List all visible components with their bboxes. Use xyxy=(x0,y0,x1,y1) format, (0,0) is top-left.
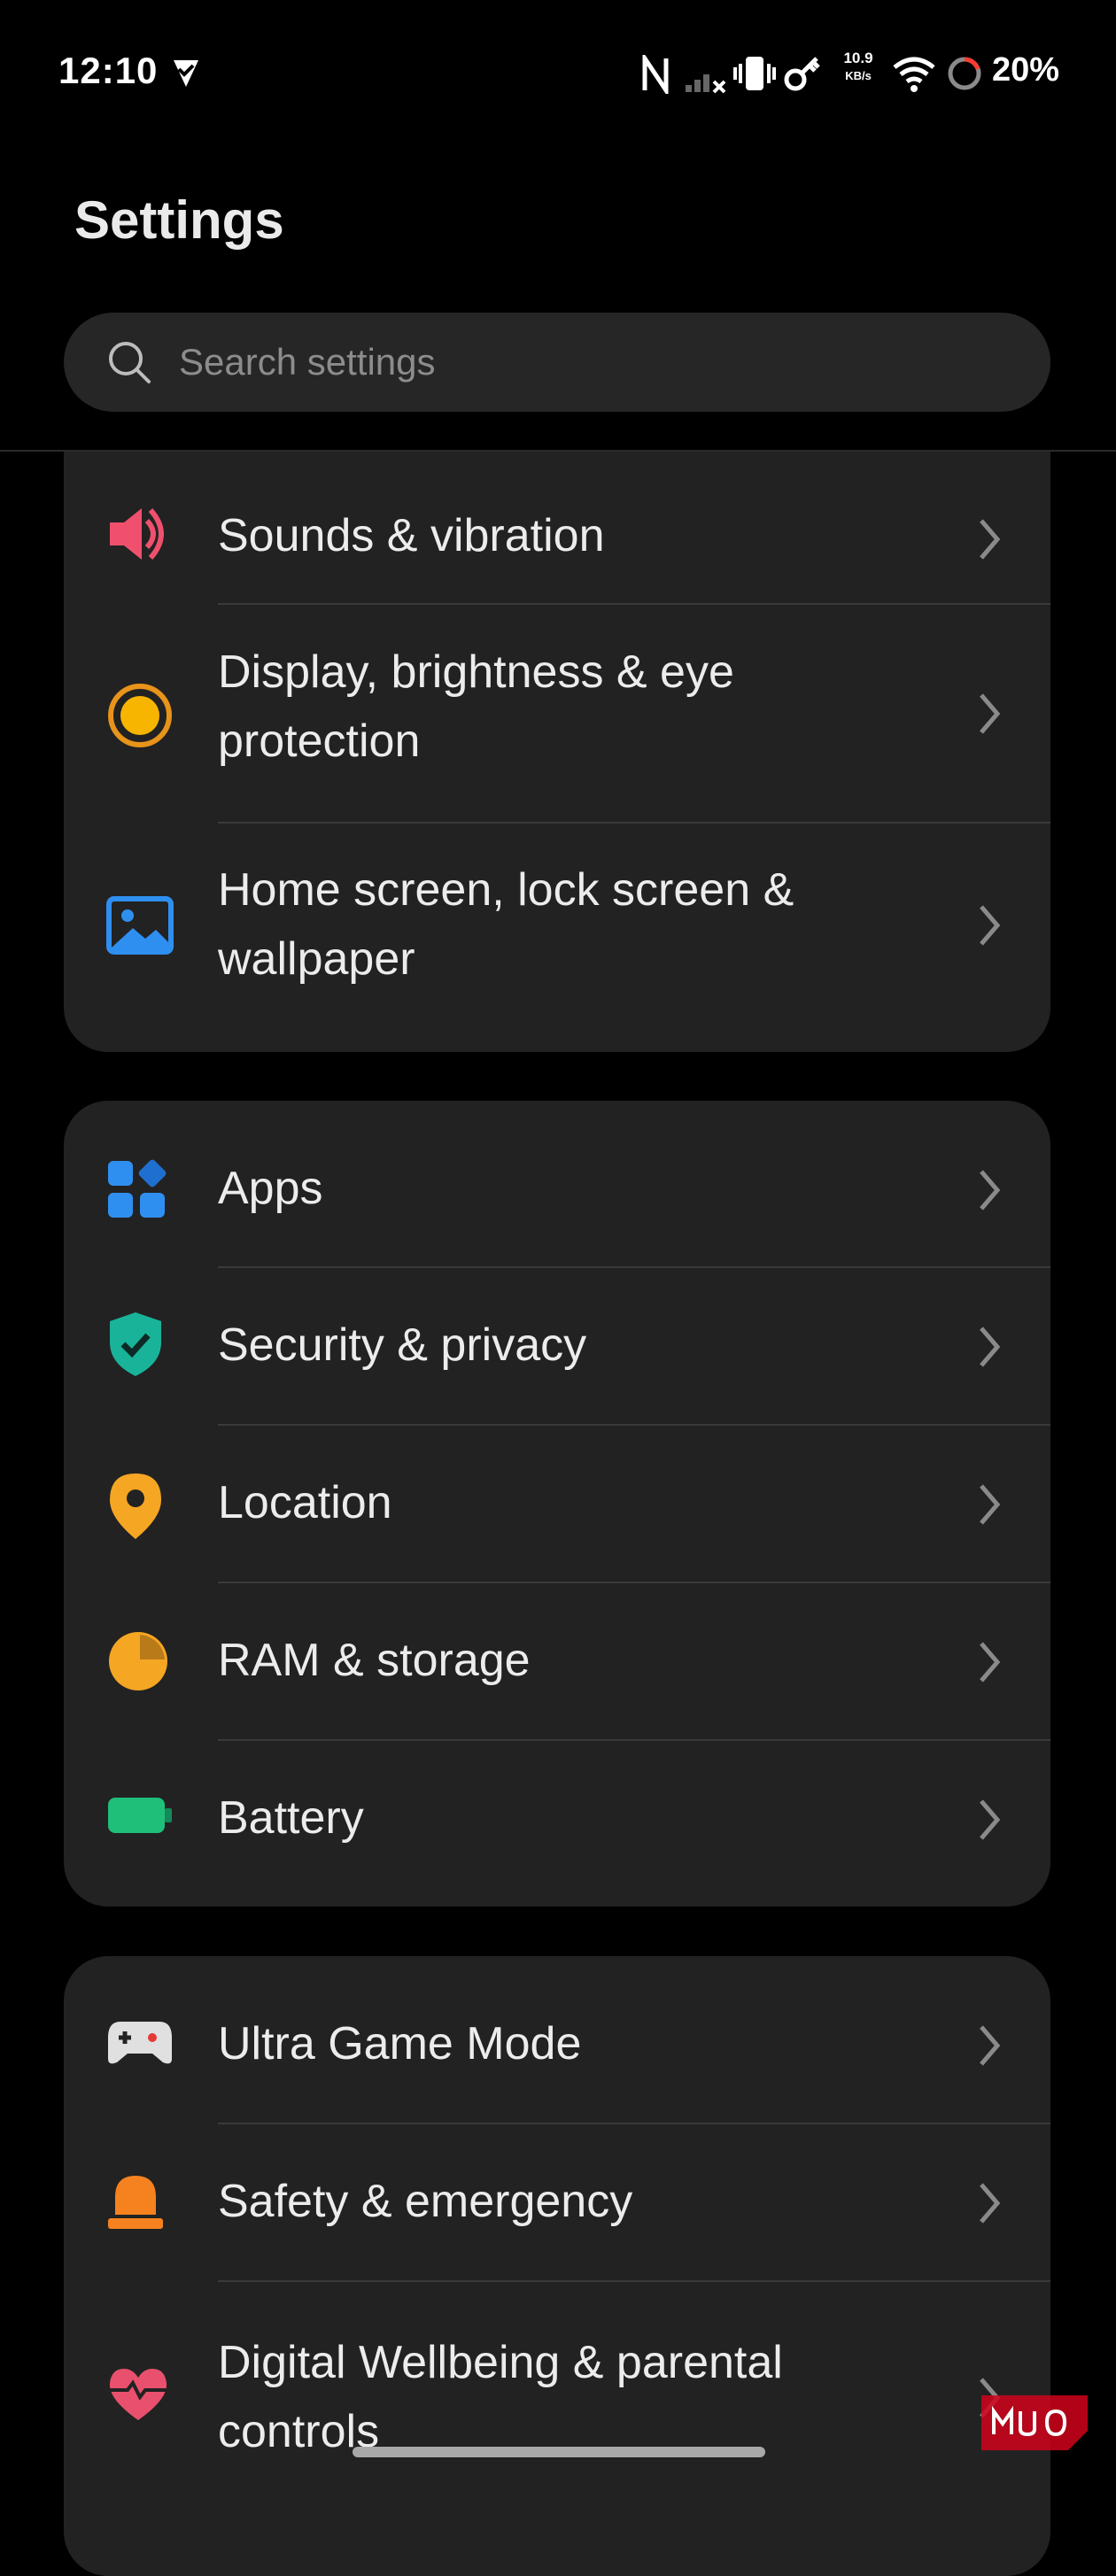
settings-item-label: Display, brightness & eye protection xyxy=(218,646,734,767)
settings-item-ram-storage[interactable]: RAM & storage xyxy=(64,1583,1050,1739)
network-speed: 10.9 KB/s xyxy=(834,50,882,85)
gamepad-icon xyxy=(108,2022,172,2064)
settings-item-label: Apps xyxy=(218,1163,323,1214)
settings-item-display[interactable]: Display, brightness & eye protection xyxy=(64,606,1050,822)
chevron-right-icon xyxy=(980,1642,1001,1683)
settings-item-label: RAM & storage xyxy=(218,1635,531,1686)
page-title: Settings xyxy=(74,190,284,250)
settings-group-extras: Ultra Game Mode Safety & emergency Digit… xyxy=(64,1956,1050,2576)
net-speed-unit: KB/s xyxy=(845,69,872,82)
settings-item-digital-wellbeing[interactable]: Digital Wellbeing & parental controls xyxy=(64,2282,1050,2498)
shield-check-icon xyxy=(110,1312,161,1376)
chevron-right-icon xyxy=(980,693,1001,734)
nfc-icon xyxy=(642,55,669,94)
settings-item-label: Sounds & vibration xyxy=(218,510,605,561)
speaker-icon xyxy=(110,508,164,560)
settings-item-label: Digital Wellbeing & parental controls xyxy=(218,2337,783,2457)
chevron-right-icon xyxy=(980,2183,1001,2224)
chevron-right-icon xyxy=(980,1170,1001,1211)
settings-group-display: Sounds & vibration Display, brightness &… xyxy=(64,452,1050,1052)
chevron-right-icon xyxy=(980,1799,1001,1840)
search-input[interactable]: Search settings xyxy=(179,341,436,383)
signal-icon xyxy=(686,74,726,94)
siren-icon xyxy=(108,2176,163,2229)
wallpaper-icon xyxy=(106,896,174,955)
search-icon xyxy=(109,342,151,383)
apps-icon xyxy=(108,1159,167,1218)
divider xyxy=(218,603,1050,605)
chevron-right-icon xyxy=(980,519,1001,560)
location-pin-icon xyxy=(110,1474,161,1539)
settings-item-label: Location xyxy=(218,1477,392,1528)
settings-item-game-mode[interactable]: Ultra Game Mode xyxy=(64,1956,1050,2123)
home-indicator[interactable] xyxy=(353,2447,765,2457)
settings-item-security[interactable]: Security & privacy xyxy=(64,1268,1050,1424)
settings-item-label: Ultra Game Mode xyxy=(218,2018,582,2069)
battery-ring-icon xyxy=(948,57,981,90)
settings-item-apps[interactable]: Apps xyxy=(64,1101,1050,1267)
settings-item-label: Home screen, lock screen & wallpaper xyxy=(218,864,794,985)
brightness-icon xyxy=(108,684,172,747)
chevron-right-icon xyxy=(980,1327,1001,1367)
chevron-right-icon xyxy=(980,905,1001,946)
settings-item-sounds[interactable]: Sounds & vibration xyxy=(64,489,1050,586)
chevron-right-icon xyxy=(980,2025,1001,2066)
settings-group-system: Apps Security & privacy Location RAM & s… xyxy=(64,1101,1050,1907)
heart-icon xyxy=(109,2369,167,2420)
settings-item-location[interactable]: Location xyxy=(64,1426,1050,1582)
battery-percent: 20% xyxy=(992,51,1060,89)
vibrate-icon xyxy=(733,57,776,90)
net-speed-value: 10.9 xyxy=(843,50,873,66)
muo-watermark-logo xyxy=(981,2395,1088,2450)
wifi-icon xyxy=(893,57,935,92)
settings-item-label: Battery xyxy=(218,1792,364,1844)
status-time: 12:10 xyxy=(58,50,159,91)
settings-item-home-screen[interactable]: Home screen, lock screen & wallpaper xyxy=(64,824,1050,1040)
search-bar[interactable]: Search settings xyxy=(64,313,1050,412)
settings-item-label: Safety & emergency xyxy=(218,2176,633,2227)
settings-item-label: Security & privacy xyxy=(218,1319,587,1371)
battery-icon xyxy=(108,1798,172,1833)
settings-item-safety[interactable]: Safety & emergency xyxy=(64,2124,1050,2280)
status-bar: 12:10 10.9 KB/s 20% xyxy=(0,0,1116,106)
pie-chart-icon xyxy=(109,1632,167,1690)
settings-item-battery[interactable]: Battery xyxy=(64,1741,1050,1897)
vpn-key-icon xyxy=(784,57,820,91)
notification-icon xyxy=(174,60,198,87)
chevron-right-icon xyxy=(980,1484,1001,1525)
